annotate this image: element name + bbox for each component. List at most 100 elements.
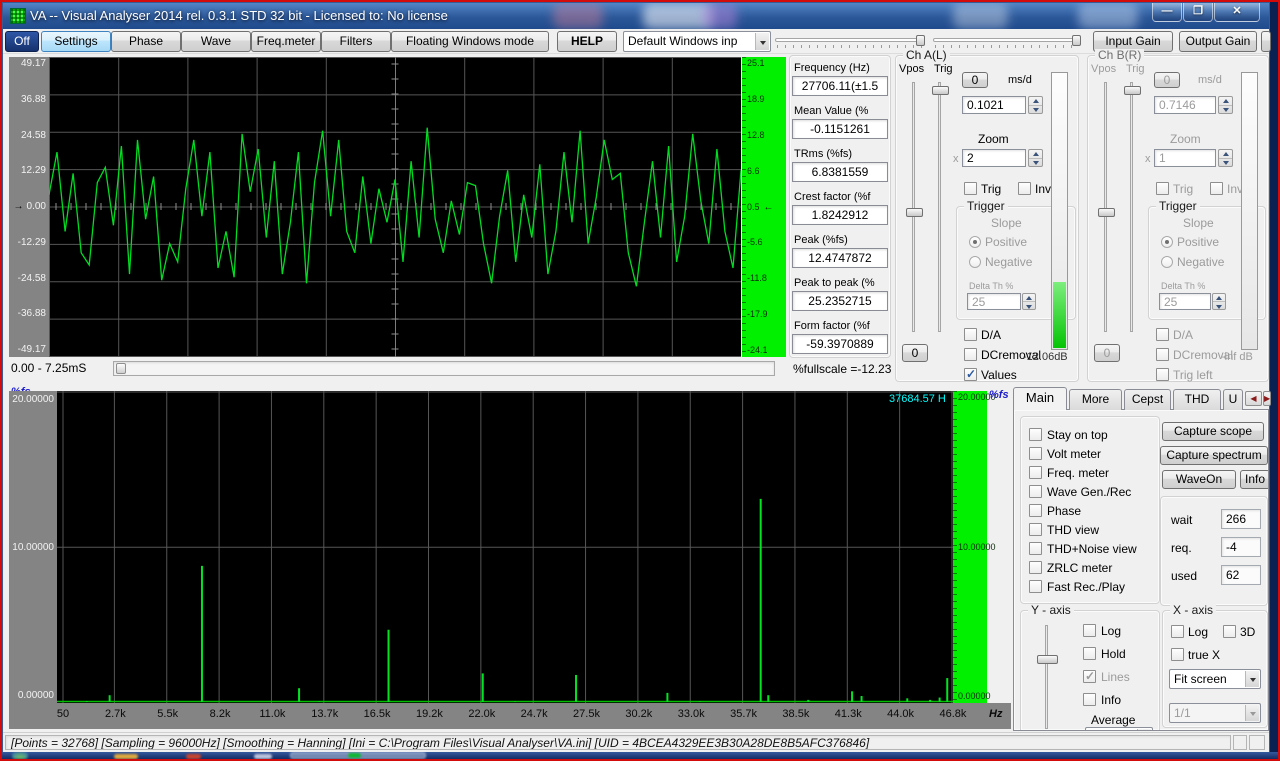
filters-button[interactable]: Filters (321, 31, 391, 52)
tab-scroll-right-icon[interactable]: ▶ (1263, 391, 1271, 406)
wave-button[interactable]: Wave (181, 31, 251, 52)
chb-msd-input[interactable]: 0.7146 (1154, 96, 1216, 114)
spectrum-plot[interactable] (57, 391, 953, 703)
minimize-button[interactable]: — (1152, 3, 1182, 22)
title-bar[interactable]: VA -- Visual Analyser 2014 rel. 0.3.1 ST… (3, 3, 1269, 29)
scope-plot[interactable] (48, 57, 742, 357)
restore-button[interactable]: ❐ (1183, 3, 1213, 22)
taskbar-app-icon[interactable] (254, 754, 272, 759)
wave-gen-rec-checkbox[interactable] (1029, 485, 1042, 498)
chb-dcremoval-checkbox[interactable] (1156, 348, 1169, 361)
cha-trig-zero-button[interactable]: 0 (902, 344, 928, 362)
zrlc-meter-checkbox[interactable] (1029, 561, 1042, 574)
tab-main[interactable]: Main (1013, 387, 1067, 410)
cha-inv-checkbox[interactable] (1018, 182, 1031, 195)
tab-clipped[interactable]: U (1223, 389, 1243, 410)
cha-trig-slider-thumb[interactable] (932, 86, 949, 95)
tab-more[interactable]: More (1069, 389, 1122, 410)
x-3d-checkbox[interactable] (1223, 625, 1236, 638)
hold-checkbox[interactable] (1083, 647, 1096, 660)
capture-scope-button[interactable]: Capture scope (1162, 422, 1264, 441)
chb-slope-positive-radio[interactable] (1161, 236, 1173, 248)
scope-time-range-label: 0.00 - 7.25mS (11, 361, 87, 375)
off-button[interactable]: Off (5, 31, 39, 52)
chb-trigleft-checkbox[interactable] (1156, 368, 1169, 381)
capture-spectrum-button[interactable]: Capture spectrum (1160, 446, 1268, 465)
tab-thd[interactable]: THD (1173, 389, 1221, 410)
cha-vpos-zero-button[interactable]: 0 (962, 72, 988, 88)
input-gain-slider-thumb[interactable] (916, 35, 925, 46)
y-scale-slider[interactable] (1045, 625, 1048, 729)
cha-trig-slider[interactable] (938, 82, 941, 332)
chb-delta-spinner[interactable] (1212, 293, 1226, 310)
cha-vpos-slider[interactable] (912, 82, 915, 332)
cha-msd-spinner[interactable] (1028, 96, 1043, 114)
cha-da-checkbox[interactable] (964, 328, 977, 341)
clipped-toolbar-button[interactable] (1261, 31, 1271, 52)
wave-on-button[interactable]: WaveOn (1162, 470, 1236, 489)
fast-rec-play-checkbox[interactable] (1029, 580, 1042, 593)
taskbar-app-icon[interactable] (186, 754, 201, 759)
start-orb-icon[interactable] (12, 752, 28, 759)
chb-vpos-slider-thumb[interactable] (1098, 208, 1115, 217)
average-select[interactable]: 5 (1085, 727, 1153, 730)
input-gain-slider[interactable] (775, 35, 925, 49)
output-gain-button[interactable]: Output Gain (1179, 31, 1257, 52)
cha-delta-input[interactable]: 25 (967, 293, 1021, 310)
thd-noise-view-checkbox[interactable] (1029, 542, 1042, 555)
chb-da-checkbox[interactable] (1156, 328, 1169, 341)
thd-view-checkbox[interactable] (1029, 523, 1042, 536)
checkbox-row: Freq. meter (1029, 463, 1159, 482)
chb-zoom-input[interactable]: 1 (1154, 149, 1216, 167)
chb-trig-slider-thumb[interactable] (1124, 86, 1141, 95)
input-device-select[interactable]: Default Windows inp (623, 31, 771, 52)
chb-zoom-spinner[interactable] (1218, 149, 1233, 167)
close-button[interactable]: ✕ (1214, 3, 1260, 22)
cha-trig-checkbox[interactable] (964, 182, 977, 195)
phase-button[interactable]: Phase (111, 31, 181, 52)
x-fit-select[interactable]: Fit screen (1169, 669, 1261, 689)
cha-slope-negative-radio[interactable] (969, 256, 981, 268)
chb-delta-input[interactable]: 25 (1159, 293, 1211, 310)
x-log-checkbox[interactable] (1171, 625, 1184, 638)
phase-checkbox[interactable] (1029, 504, 1042, 517)
cha-vpos-slider-thumb[interactable] (906, 208, 923, 217)
chb-vpos-slider[interactable] (1104, 82, 1107, 332)
stay-on-top-checkbox[interactable] (1029, 428, 1042, 441)
info-button[interactable]: Info (1240, 470, 1268, 489)
cha-values-checkbox[interactable] (964, 367, 977, 381)
scope-scrollbar-thumb[interactable] (116, 363, 126, 374)
x-truex-checkbox[interactable] (1171, 648, 1184, 661)
output-gain-slider[interactable] (933, 35, 1081, 49)
chb-inv-checkbox[interactable] (1210, 182, 1223, 195)
cha-delta-spinner[interactable] (1022, 293, 1036, 310)
y-scale-slider-thumb[interactable] (1037, 655, 1058, 664)
floating-windows-button[interactable]: Floating Windows mode (391, 31, 549, 52)
lines-checkbox[interactable] (1083, 669, 1096, 683)
taskbar-folder-icon[interactable] (114, 754, 138, 759)
x-ratio-select[interactable]: 1/1 (1169, 703, 1261, 723)
help-button[interactable]: HELP (557, 31, 617, 52)
cha-msd-input[interactable]: 0.1021 (962, 96, 1026, 114)
freq-meter-checkbox[interactable] (1029, 466, 1042, 479)
chb-vpos-zero-button[interactable]: 0 (1154, 72, 1180, 88)
chb-msd-spinner[interactable] (1218, 96, 1233, 114)
chb-trig-zero-button[interactable]: 0 (1094, 344, 1120, 362)
settings-button[interactable]: Settings (41, 31, 111, 52)
chb-trig-checkbox[interactable] (1156, 182, 1169, 195)
cha-slope-positive-radio[interactable] (969, 236, 981, 248)
chb-trig-slider[interactable] (1130, 82, 1133, 332)
chb-slope-negative-radio[interactable] (1161, 256, 1173, 268)
cha-zoom-spinner[interactable] (1028, 149, 1043, 167)
scope-scrollbar[interactable] (113, 361, 775, 376)
cha-dcremoval-checkbox[interactable] (964, 348, 977, 361)
tab-cepst[interactable]: Cepst (1124, 389, 1171, 410)
info-checkbox[interactable] (1083, 693, 1096, 706)
output-gain-slider-thumb[interactable] (1072, 35, 1081, 46)
cha-zoom-input[interactable]: 2 (962, 149, 1026, 167)
volt-meter-checkbox[interactable] (1029, 447, 1042, 460)
windows-taskbar[interactable] (2, 752, 1278, 759)
freqmeter-button[interactable]: Freq.meter (251, 31, 321, 52)
log-checkbox[interactable] (1083, 624, 1096, 637)
tab-scroll-left-icon[interactable]: ◀ (1245, 391, 1262, 406)
